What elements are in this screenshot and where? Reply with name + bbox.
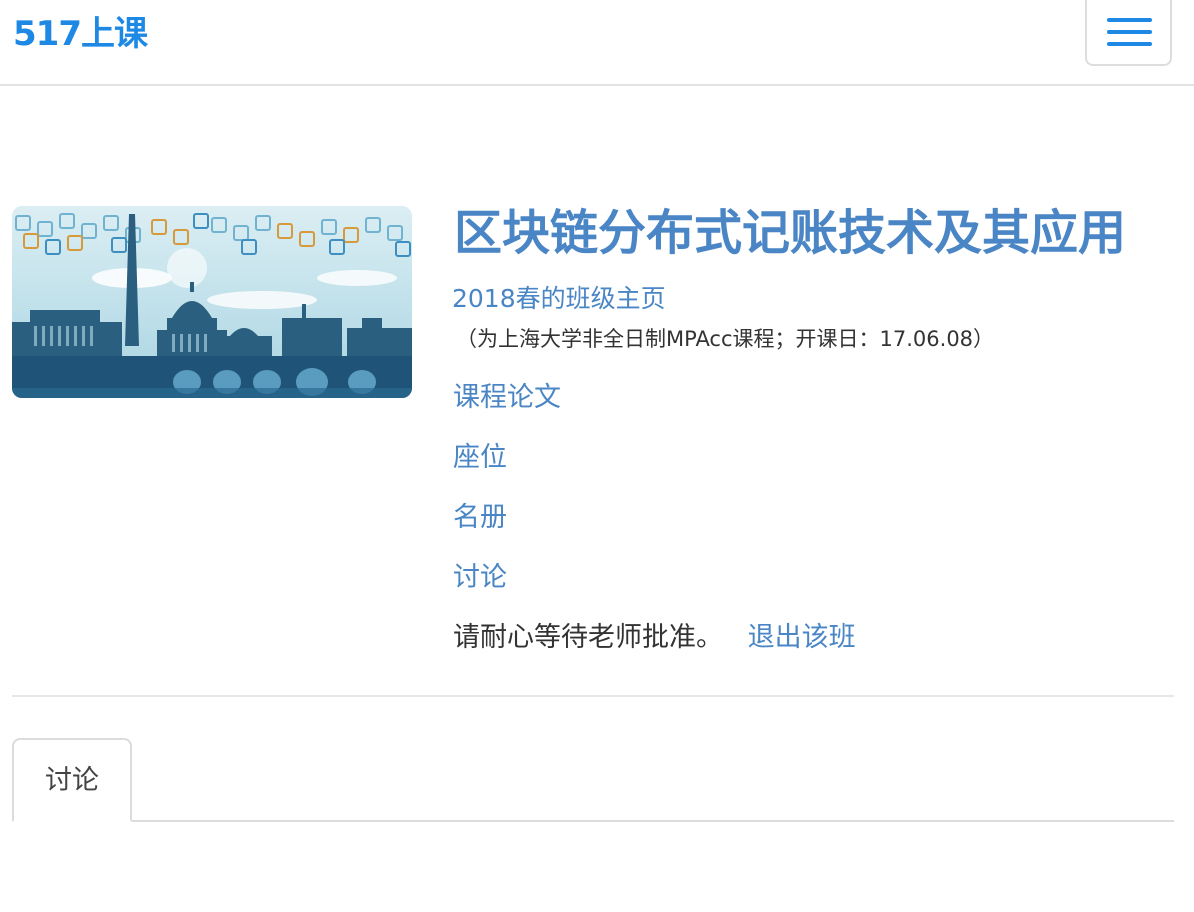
discussion-link[interactable]: 讨论 (453, 560, 507, 596)
approval-status: 请耐心等待老师批准。 退出该班 (453, 620, 856, 656)
course-papers-link[interactable]: 课程论文 (453, 380, 561, 416)
brand-logo[interactable]: 517上课 (13, 12, 148, 56)
course-image (12, 206, 412, 398)
seating-link[interactable]: 座位 (453, 440, 507, 476)
quit-class-link[interactable]: 退出该班 (748, 622, 856, 653)
tab-discussion[interactable]: 讨论 (12, 738, 132, 822)
course-title: 区块链分布式记账技术及其应用 (454, 205, 1127, 261)
class-homepage-link[interactable]: 2018春的班级主页 (452, 282, 666, 316)
section-divider (12, 695, 1174, 697)
menu-toggle-button[interactable] (1085, 0, 1172, 66)
approval-status-text: 请耐心等待老师批准。 (453, 622, 723, 653)
course-note: （为上海大学非全日制MPAcc课程；开课日：17.06.08） (456, 327, 995, 351)
roster-link[interactable]: 名册 (453, 500, 507, 536)
top-navbar: 517上课 (0, 0, 1194, 86)
tab-bar (12, 820, 1174, 822)
